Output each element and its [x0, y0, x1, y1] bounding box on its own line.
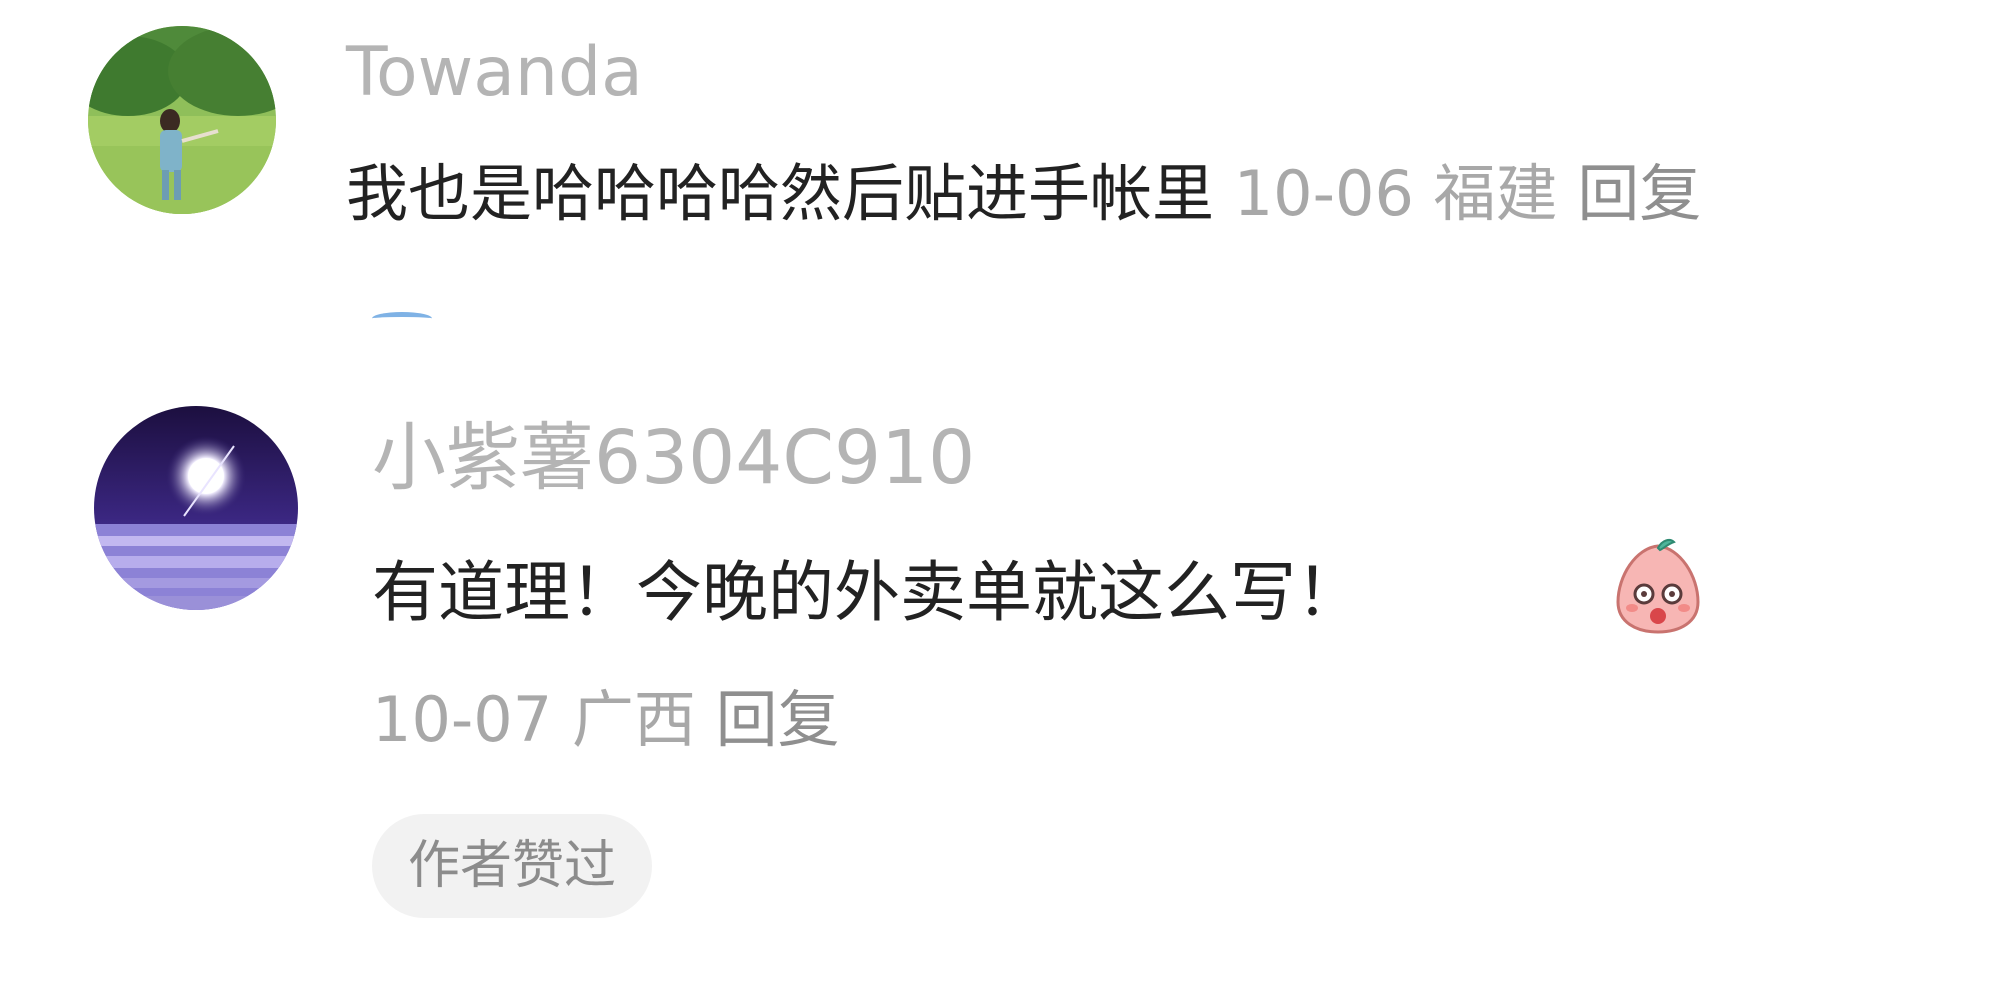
comment-date: 10-06: [1233, 157, 1414, 230]
comment-date: 10-07: [372, 683, 553, 756]
user-avatar[interactable]: [94, 406, 298, 610]
comment-meta: 10-07 广西 回复: [372, 680, 840, 760]
comment-item: Towanda 我也是哈哈哈哈然后贴进手帐里 10-06 福建 回复: [0, 0, 2000, 300]
user-avatar[interactable]: [88, 26, 276, 214]
avatar-image: [88, 26, 276, 214]
comment-item: 小紫薯6304C910 有道理！今晚的外卖单就这么写！ 10-07 广西 回复 …: [0, 390, 2000, 950]
username[interactable]: Towanda: [346, 34, 643, 112]
comment-text: 我也是哈哈哈哈然后贴进手帐里: [346, 157, 1215, 230]
next-item-edge: [372, 312, 432, 325]
comment-location: 广西: [571, 683, 696, 756]
reply-button[interactable]: 回复: [716, 683, 840, 756]
comment-text: 有道理！今晚的外卖单就这么写！: [372, 554, 1362, 631]
author-liked-badge: 作者赞过: [372, 814, 653, 918]
comment-body: 我也是哈哈哈哈然后贴进手帐里 10-06 福建 回复: [346, 154, 1701, 234]
reply-button[interactable]: 回复: [1577, 157, 1701, 230]
username[interactable]: 小紫薯6304C910: [372, 416, 975, 500]
comment-location: 福建: [1433, 157, 1558, 230]
avatar-image: [94, 406, 298, 610]
surprised-peach-emoji-icon: [1608, 536, 1708, 636]
